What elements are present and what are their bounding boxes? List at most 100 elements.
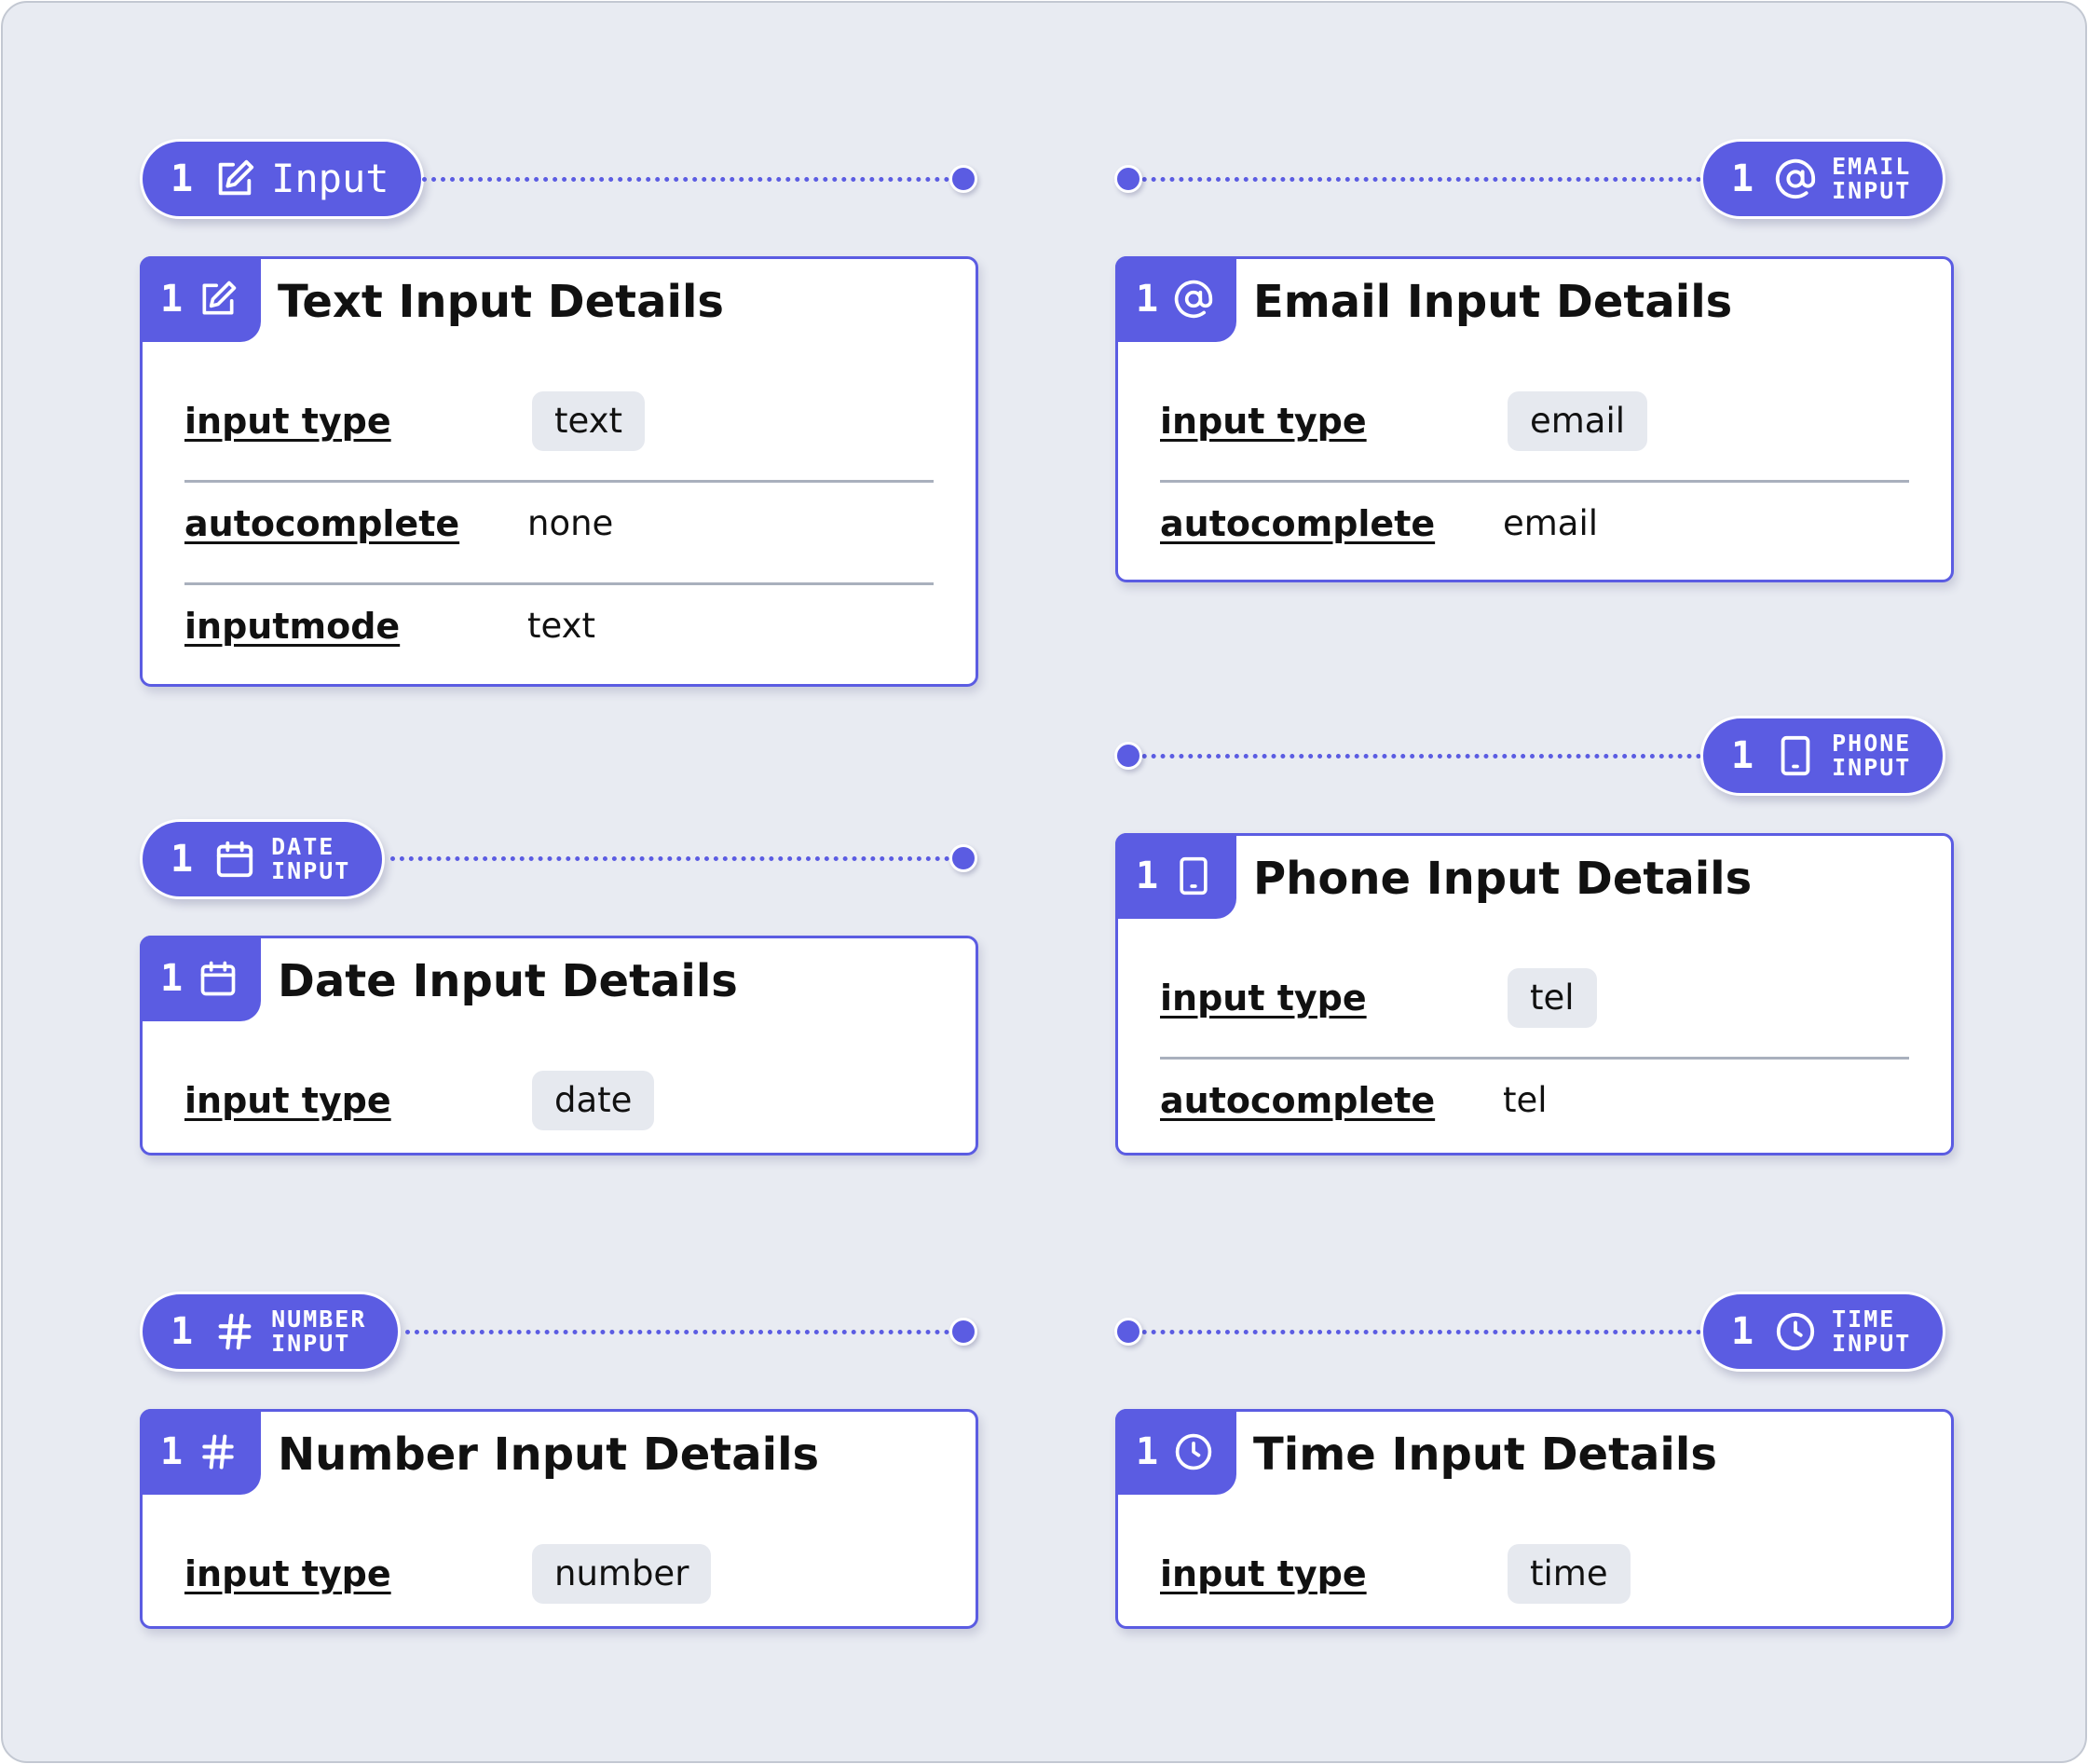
connector (413, 165, 977, 193)
property-label[interactable]: autocomplete (1160, 1078, 1435, 1123)
card-title: Email Input Details (1253, 276, 1733, 328)
card-badge: 1 (140, 936, 262, 1021)
badge-number: 1 (1136, 855, 1159, 897)
hash-icon (213, 1310, 256, 1353)
number-input-card: 1 Number Input Details input type number (140, 1409, 978, 1629)
date-input-card: 1 Date Input Details input type date (140, 936, 978, 1155)
property-row: input type date (184, 1060, 934, 1162)
property-row: input type number (184, 1533, 934, 1635)
tag-label: NUMBER INPUT (271, 1306, 367, 1357)
badge-number: 1 (1136, 278, 1159, 321)
badge-number: 1 (1136, 1430, 1159, 1473)
hash-icon (198, 1431, 239, 1472)
connector (1114, 742, 1711, 770)
card-badge: 1 (1115, 256, 1237, 342)
time-input-tag-pill[interactable]: 1 TIME INPUT (1700, 1292, 1946, 1372)
property-value-chip: email (1508, 391, 1648, 451)
card-badge: 1 (1115, 1409, 1237, 1495)
property-label[interactable]: input type (184, 1552, 391, 1596)
calendar-icon (198, 958, 239, 999)
property-row: autocomplete email (1160, 483, 1909, 585)
card-title: Date Input Details (278, 955, 738, 1007)
property-row: input type email (1160, 380, 1909, 483)
property-list: input type email autocomplete email (1160, 380, 1909, 585)
property-value: none (527, 503, 614, 543)
tag-number: 1 (1731, 734, 1754, 777)
property-row: autocomplete tel (1160, 1060, 1909, 1162)
property-value-chip: date (532, 1071, 655, 1130)
property-value-chip: time (1508, 1544, 1631, 1604)
property-label[interactable]: input type (1160, 1552, 1367, 1596)
card-title: Number Input Details (278, 1429, 820, 1481)
property-value: text (527, 606, 596, 646)
property-list: input type date (184, 1060, 934, 1162)
connector (1114, 165, 1711, 193)
property-label[interactable]: autocomplete (184, 501, 459, 546)
property-value-chip: text (532, 391, 646, 451)
card-badge: 1 (140, 256, 262, 342)
connector-endpoint (1114, 1318, 1142, 1346)
card-title: Time Input Details (1253, 1429, 1717, 1481)
badge-number: 1 (160, 957, 184, 1000)
property-row: autocomplete none (184, 483, 934, 585)
card-badge: 1 (140, 1409, 262, 1495)
property-value: tel (1503, 1080, 1548, 1120)
connector (1114, 1318, 1711, 1346)
property-row: input type time (1160, 1533, 1909, 1635)
at-sign-icon (1774, 157, 1817, 200)
card-title: Text Input Details (278, 276, 724, 328)
connector-endpoint (949, 165, 977, 193)
phone-icon (1774, 734, 1817, 777)
number-input-tag-pill[interactable]: 1 NUMBER INPUT (140, 1292, 402, 1372)
card-badge: 1 (1115, 833, 1237, 919)
property-value: email (1503, 503, 1599, 543)
badge-number: 1 (160, 1430, 184, 1473)
tag-label: EMAIL INPUT (1832, 153, 1912, 204)
time-input-card: 1 Time Input Details input type time (1115, 1409, 1954, 1629)
property-label[interactable]: autocomplete (1160, 501, 1435, 546)
badge-number: 1 (160, 278, 184, 321)
text-input-card: 1 Text Input Details input type text aut… (140, 256, 978, 687)
connector-endpoint (1114, 165, 1142, 193)
property-list: input type text autocomplete none inputm… (184, 380, 934, 688)
clock-icon (1173, 1431, 1214, 1472)
property-label[interactable]: inputmode (184, 604, 400, 649)
property-row: input type text (184, 380, 934, 483)
tag-number: 1 (171, 1310, 194, 1353)
tag-label: DATE INPUT (271, 833, 351, 884)
tag-number: 1 (171, 157, 194, 200)
connector-endpoint (949, 1318, 977, 1346)
clock-icon (1774, 1310, 1817, 1353)
property-list: input type tel autocomplete tel (1160, 957, 1909, 1162)
property-value-chip: tel (1508, 968, 1597, 1028)
edit-icon (198, 279, 239, 320)
edit-icon (213, 157, 256, 200)
property-label[interactable]: input type (184, 1078, 391, 1123)
tag-number: 1 (1731, 1310, 1754, 1353)
property-row: inputmode text (184, 585, 934, 688)
tag-number: 1 (171, 838, 194, 881)
property-label[interactable]: input type (1160, 399, 1367, 444)
email-input-tag-pill[interactable]: 1 EMAIL INPUT (1700, 139, 1946, 219)
phone-icon (1173, 855, 1214, 896)
connector-endpoint (1114, 742, 1142, 770)
diagram-canvas: 1 Input 1 Text Input Details input type … (1, 1, 2087, 1763)
tag-number: 1 (1731, 157, 1754, 200)
property-label[interactable]: input type (184, 399, 391, 444)
at-sign-icon (1173, 279, 1214, 320)
email-input-card: 1 Email Input Details input type email a… (1115, 256, 1954, 582)
tag-label: PHONE INPUT (1832, 730, 1912, 781)
connector (390, 844, 977, 872)
phone-input-tag-pill[interactable]: 1 PHONE INPUT (1700, 716, 1946, 796)
connector-endpoint (949, 844, 977, 872)
tag-label: Input (271, 156, 389, 201)
property-value-chip: number (532, 1544, 712, 1604)
date-input-tag-pill[interactable]: 1 DATE INPUT (140, 819, 386, 899)
input-tag-pill[interactable]: 1 Input (140, 139, 424, 219)
property-row: input type tel (1160, 957, 1909, 1060)
phone-input-card: 1 Phone Input Details input type tel aut… (1115, 833, 1954, 1155)
property-label[interactable]: input type (1160, 976, 1367, 1020)
connector (405, 1318, 977, 1346)
tag-label: TIME INPUT (1832, 1306, 1912, 1357)
property-list: input type time (1160, 1533, 1909, 1635)
